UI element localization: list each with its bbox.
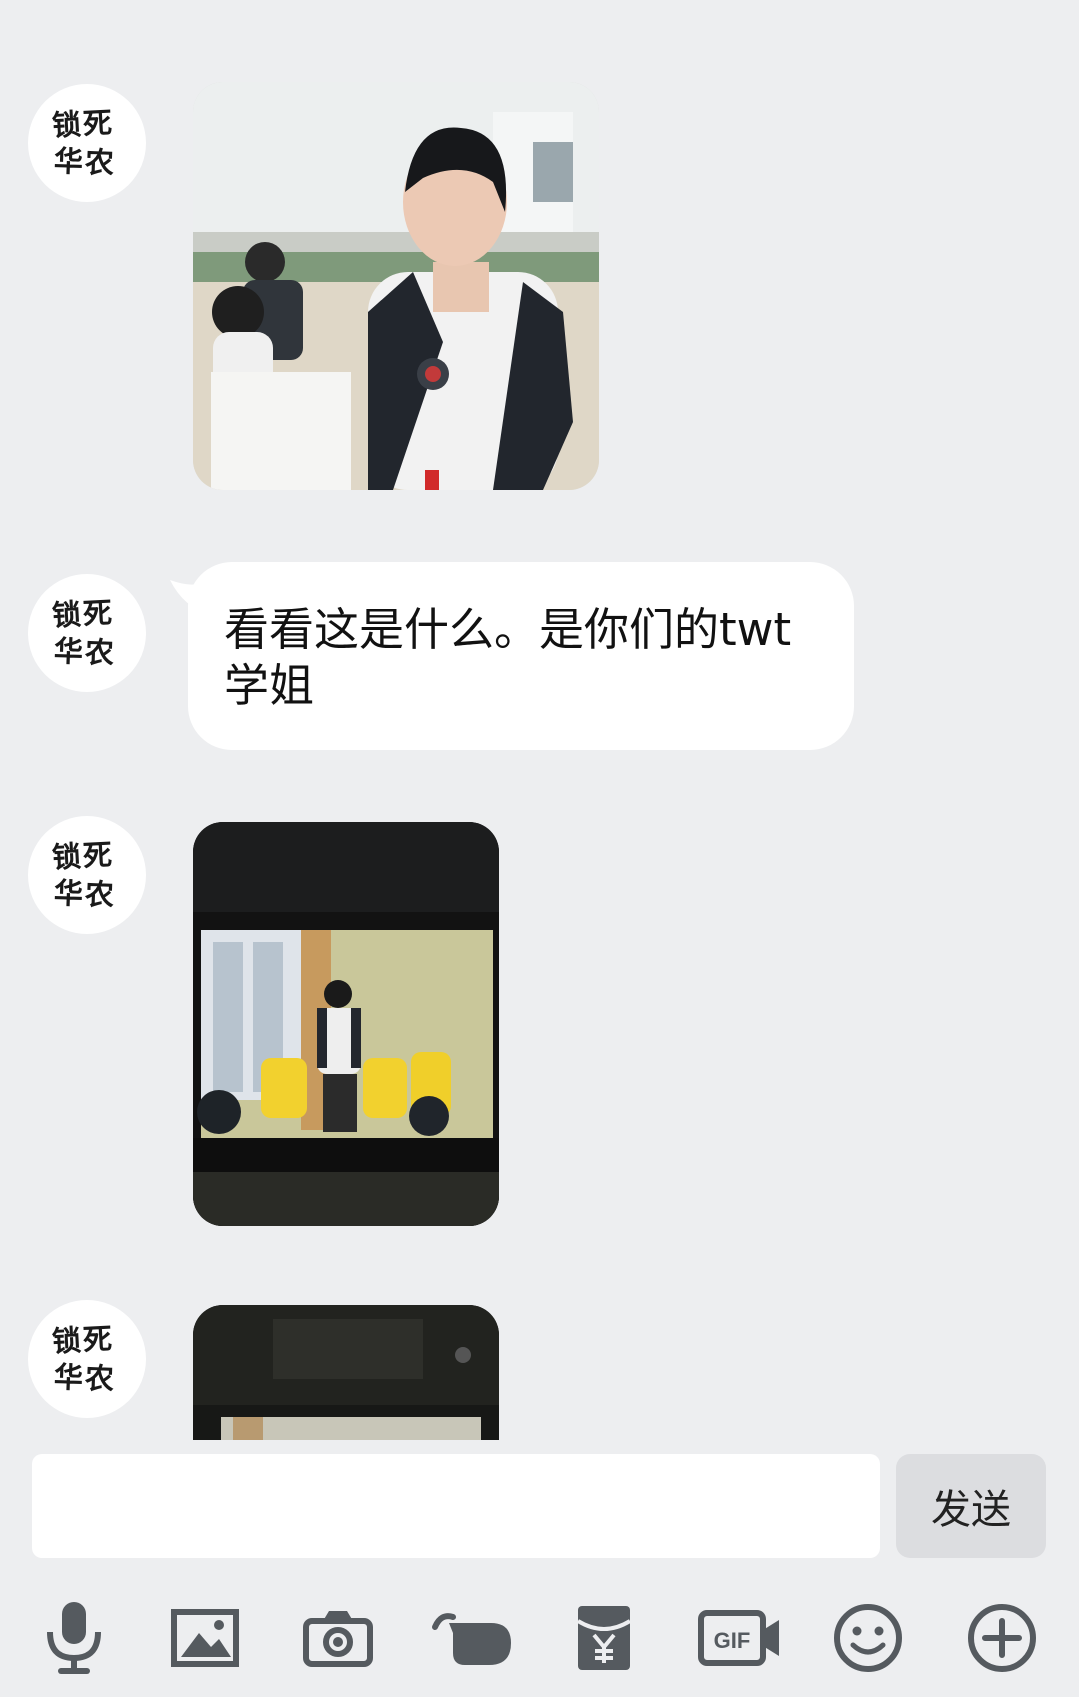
camera-button[interactable] — [290, 1590, 386, 1686]
avatar-text-line2: 华农 — [53, 1359, 117, 1397]
photo-stage-student — [193, 822, 499, 1226]
photo-classroom-student — [193, 82, 599, 490]
red-packet-icon — [576, 1606, 632, 1670]
avatar-text-line1: 锁死 — [51, 837, 115, 875]
more-button[interactable] — [954, 1590, 1050, 1686]
plus-icon — [968, 1604, 1036, 1672]
image-picker-button[interactable] — [157, 1590, 253, 1686]
input-toolbar: GIF — [0, 1590, 1079, 1686]
image-icon — [171, 1609, 239, 1667]
poke-icon — [432, 1613, 511, 1665]
avatar-text-line2: 华农 — [53, 875, 117, 913]
emoji-icon — [834, 1604, 902, 1672]
image-message-3[interactable] — [193, 1305, 499, 1440]
contact-avatar[interactable]: 锁死 华农 — [28, 84, 146, 202]
message-input-container[interactable] — [32, 1454, 880, 1558]
image-message-2[interactable] — [193, 822, 499, 1226]
photo-stage-partial — [193, 1305, 499, 1440]
message-input[interactable] — [32, 1454, 880, 1558]
contact-avatar[interactable]: 锁死 华农 — [28, 1300, 146, 1418]
avatar-text-line2: 华农 — [53, 633, 117, 671]
camera-icon — [303, 1611, 373, 1667]
send-button[interactable]: 发送 — [896, 1454, 1046, 1558]
contact-avatar[interactable]: 锁死 华农 — [28, 816, 146, 934]
avatar-text-line1: 锁死 — [51, 595, 115, 633]
emoji-button[interactable] — [820, 1590, 916, 1686]
avatar-text-line1: 锁死 — [51, 1321, 115, 1359]
gif-label: GIF — [714, 1628, 751, 1653]
text-message-bubble[interactable]: 看看这是什么。是你们的twt学姐 — [188, 562, 854, 750]
microphone-button[interactable] — [26, 1590, 122, 1686]
red-packet-button[interactable] — [556, 1590, 652, 1686]
contact-avatar[interactable]: 锁死 华农 — [28, 574, 146, 692]
image-message-1[interactable] — [193, 82, 599, 490]
gif-button[interactable]: GIF — [692, 1590, 788, 1686]
chat-message-list[interactable]: 锁死 华农 锁死 华农 看看这是什么。是你们的twt学姐 锁死 华农 锁死 华农 — [0, 0, 1079, 1440]
gif-icon: GIF — [698, 1610, 779, 1666]
microphone-icon — [47, 1602, 101, 1674]
avatar-text-line1: 锁死 — [51, 105, 115, 143]
avatar-text-line2: 华农 — [53, 143, 117, 181]
poke-button[interactable] — [425, 1590, 521, 1686]
